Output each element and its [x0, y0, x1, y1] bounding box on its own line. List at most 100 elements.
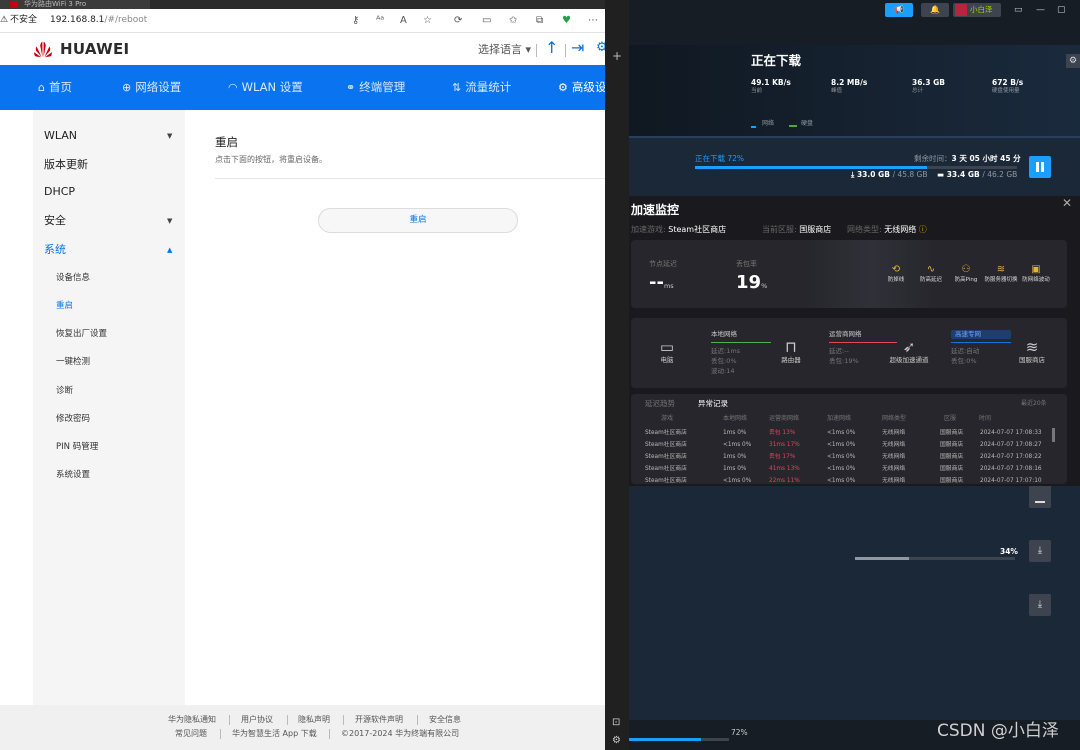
announcement-button[interactable]: 📢 — [885, 3, 913, 17]
time-remaining-label: 剩余时间： — [914, 154, 952, 163]
latency-number: -- — [649, 272, 664, 293]
sidebar-item-system[interactable]: 系统 — [44, 243, 66, 257]
log-cell: <1ms 0% — [723, 442, 752, 448]
nav-home[interactable]: ⌂ 首页 — [38, 65, 72, 110]
extension-icon[interactable]: ♥ — [562, 14, 571, 27]
security-label[interactable]: 不安全 — [10, 14, 37, 27]
sidebar-subitem-system-settings[interactable]: 系统设置 — [56, 469, 90, 481]
logout-icon[interactable]: ⇥ — [571, 39, 584, 57]
feature-anti-fluctuation[interactable]: ▣ 防网络波动 — [1021, 264, 1051, 284]
key-icon[interactable]: ⚷ — [352, 14, 359, 27]
downloads-title: 正在下载 — [751, 53, 802, 68]
log-cell: 国服商店 — [940, 466, 964, 472]
settings-icon[interactable]: ⚙ — [596, 39, 605, 57]
stat-disk-usage: 672 B/s 硬盘使用量 — [992, 78, 1023, 95]
log-cell: 2024-07-07 17:08:22 — [980, 454, 1042, 460]
screenshot-icon[interactable]: ⊡ — [612, 718, 620, 728]
footer-divider — [287, 715, 288, 725]
chevron-up-icon[interactable]: ▲ — [167, 245, 172, 255]
collapse-button[interactable] — [1029, 486, 1051, 508]
tab-anomaly-log[interactable]: 异常记录 — [698, 399, 728, 409]
segment-local: 本地网络 延迟:1ms 丢包:0% 波动:14 — [711, 330, 771, 376]
csdn-watermark: CSDN @小白泽 — [937, 721, 1059, 741]
tab-latency-trend[interactable]: 延迟趋势 — [645, 399, 675, 409]
recent-count: 最近20条 — [1021, 400, 1047, 407]
gear-icon[interactable]: ⚙ — [612, 736, 621, 746]
footer-divider — [343, 715, 344, 725]
sidebar-item-security[interactable]: 安全 — [44, 214, 66, 228]
column-header: 时间 — [979, 415, 992, 422]
plus-icon[interactable]: + — [612, 50, 622, 62]
log-cell: 国服商店 — [940, 430, 964, 436]
read-aloud-icon[interactable]: ᴬᵃ — [376, 14, 384, 27]
footer-link-privacy-notice[interactable]: 华为隐私通知 — [168, 715, 216, 725]
log-cell: <1ms 0% — [827, 430, 856, 436]
devices-icon: ⚭ — [346, 81, 356, 94]
collections-icon[interactable]: ⧉ — [536, 14, 543, 27]
time-remaining: 剩余时间：3 天 05 小时 45 分 — [914, 154, 1021, 164]
text-size-icon[interactable]: A — [400, 14, 407, 27]
sidebar-subitem-device-info[interactable]: 设备信息 — [56, 272, 90, 284]
router-header: HUAWEI 选择语言 ▾ ↑ ⇥ ⚙ — [0, 33, 605, 65]
sidebar-subitem-factory-reset[interactable]: 恢复出厂设置 — [56, 328, 107, 340]
language-selector[interactable]: 选择语言 ▾ — [478, 43, 531, 56]
chevron-down-icon[interactable]: ▼ — [167, 216, 172, 226]
minimize-icon[interactable]: — — [1036, 3, 1045, 17]
browser-tab[interactable]: 华为路由WiFi 3 Pro — [0, 0, 150, 9]
network-path-card: ▭ 电脑 本地网络 延迟:1ms 丢包:0% 波动:14 ⊓ 路由器 运营商网络 延… — [631, 318, 1067, 388]
address-bar[interactable]: ⚠ 不安全 192.168.8.1/#/reboot ⚷ ᴬᵃ A ☆ ⟳ ▭ … — [0, 9, 605, 33]
upload-arrow-icon[interactable]: ↑ — [545, 39, 558, 57]
big-picture-icon[interactable]: ▭ — [1014, 3, 1023, 17]
column-header: 运营商网络 — [769, 415, 800, 422]
nav-network-settings[interactable]: ⊕ 网络设置 — [122, 65, 181, 110]
footer-divider — [329, 729, 330, 739]
log-scrollbar[interactable] — [1052, 428, 1055, 442]
nav-advanced-settings[interactable]: ⚙高级设置 — [558, 65, 605, 110]
log-cell: Steam社区商店 — [645, 430, 687, 436]
close-icon[interactable]: ✕ — [1062, 196, 1072, 210]
footer-link-app-download[interactable]: 华为智慧生活 App 下载 — [232, 729, 317, 739]
download-settings-gear-icon[interactable]: ⚙ — [1066, 54, 1080, 68]
split-screen-icon[interactable]: ▭ — [482, 14, 491, 27]
download-button[interactable]: ⤓ — [1029, 594, 1051, 616]
sidebar-subitem-diagnose[interactable]: 诊断 — [56, 385, 73, 397]
footer-link-privacy-statement[interactable]: 隐私声明 — [298, 715, 330, 725]
warning-icon[interactable]: ⚠ — [0, 14, 8, 27]
notifications-button[interactable]: 🔔 — [921, 3, 949, 17]
sidebar-item-dhcp[interactable]: DHCP — [44, 185, 75, 199]
stat-peak: 8.2 MB/s 峰值 — [831, 78, 867, 95]
refresh-icon[interactable]: ⟳ — [454, 14, 462, 27]
footer-link-user-agreement[interactable]: 用户协议 — [241, 715, 273, 725]
download-button[interactable]: ⤓ — [1029, 540, 1051, 562]
column-header: 本地网络 — [723, 415, 748, 422]
favorite-star-icon[interactable]: ☆ — [423, 14, 432, 27]
nav-label: 流量统计 — [465, 80, 512, 94]
reconnect-icon: ⟲ — [891, 264, 901, 275]
account-menu[interactable]: 小白泽 — [953, 3, 1001, 17]
sidebar-subitem-reboot[interactable]: 重启 — [56, 300, 73, 312]
footer-link-security-info[interactable]: 安全信息 — [429, 715, 461, 725]
info-icon[interactable]: ⓘ — [919, 225, 927, 234]
nav-terminal-management[interactable]: ⚭ 终端管理 — [346, 65, 405, 110]
log-cell: 2024-07-07 17:08:27 — [980, 442, 1042, 448]
footer-link-faq[interactable]: 常见问题 — [175, 729, 207, 739]
chevron-down-icon[interactable]: ▼ — [167, 131, 172, 141]
sidebar-subitem-change-password[interactable]: 修改密码 — [56, 413, 90, 425]
pause-button[interactable] — [1029, 156, 1051, 178]
nav-wlan-settings[interactable]: ◠ WLAN 设置 — [228, 65, 303, 110]
log-cell: 丢包 13% — [769, 430, 796, 436]
downloaded-size: ⤓ 33.0 GB / 45.8 GB — [851, 170, 928, 180]
sidebar-subitem-one-click-check[interactable]: 一键检测 — [56, 356, 90, 368]
maximize-icon[interactable]: ▢ — [1057, 3, 1066, 17]
favorites-icon[interactable]: ✩ — [509, 14, 517, 27]
nav-traffic-stats[interactable]: ⇅ 流量统计 — [452, 65, 511, 110]
sidebar-item-wlan[interactable]: WLAN — [44, 129, 77, 143]
sidebar-subitem-pin-management[interactable]: PIN 码管理 — [56, 441, 98, 453]
footer-link-open-source[interactable]: 开源软件声明 — [355, 715, 403, 725]
more-icon[interactable]: ⋯ — [588, 14, 598, 27]
segment-detail: 延迟:-- — [829, 347, 849, 355]
reboot-button[interactable]: 重启 — [318, 208, 518, 233]
sidebar-item-update[interactable]: 版本更新 — [44, 158, 88, 172]
url-text[interactable]: 192.168.8.1/#/reboot — [50, 14, 147, 27]
log-cell: Steam社区商店 — [645, 478, 687, 484]
